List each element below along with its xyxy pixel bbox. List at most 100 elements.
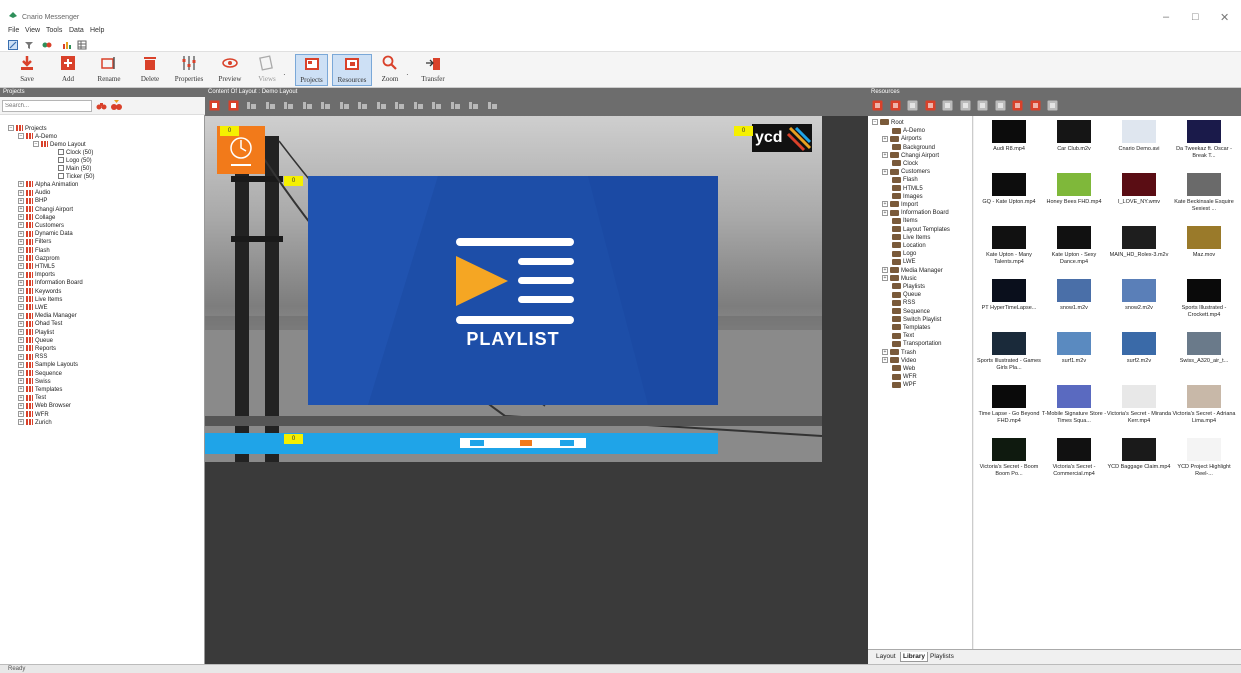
expand-toggle-icon[interactable]: + bbox=[18, 222, 24, 229]
align-center-icon[interactable] bbox=[283, 100, 294, 111]
center-icon[interactable] bbox=[450, 100, 461, 111]
project-tree-item[interactable]: + HTML5 bbox=[18, 263, 55, 271]
project-tree-item[interactable]: Main (50) bbox=[58, 165, 91, 173]
expand-toggle-icon[interactable]: + bbox=[18, 402, 24, 409]
media-thumbnail[interactable]: Audi R8.mp4 bbox=[976, 118, 1042, 172]
project-tree-item[interactable]: + Sample Layouts bbox=[18, 361, 78, 369]
filter-icon[interactable] bbox=[24, 40, 34, 50]
resource-folder-item[interactable]: + Import bbox=[882, 201, 918, 209]
project-tree-item[interactable]: + Sequence bbox=[18, 370, 62, 378]
expand-toggle-icon[interactable]: + bbox=[18, 230, 24, 237]
project-tree-item[interactable]: + Flash bbox=[18, 247, 50, 255]
align-bottom-icon[interactable] bbox=[357, 100, 368, 111]
project-tree-item[interactable]: + Customers bbox=[18, 222, 64, 230]
resource-folder-item[interactable]: LWE bbox=[882, 258, 916, 266]
media-thumbnail[interactable]: Victoria's Secret - Adriana Lima.mp4 bbox=[1171, 383, 1237, 437]
expand-toggle-icon[interactable]: + bbox=[18, 386, 24, 393]
menu-view[interactable]: View bbox=[25, 27, 40, 34]
resource-folder-item[interactable]: − Root bbox=[872, 119, 904, 127]
same-width-icon[interactable] bbox=[413, 100, 424, 111]
view-icon[interactable] bbox=[977, 100, 988, 111]
resource-folder-item[interactable]: Templates bbox=[882, 324, 930, 332]
project-tree-item[interactable]: − Demo Layout bbox=[33, 141, 86, 149]
logo-zone[interactable]: ycd bbox=[752, 124, 812, 152]
project-tree-item[interactable]: + Media Manager bbox=[18, 312, 77, 320]
align-right-icon[interactable] bbox=[302, 100, 313, 111]
menu-file[interactable]: File bbox=[8, 27, 19, 34]
folder-icon[interactable] bbox=[925, 100, 936, 111]
resource-folder-item[interactable]: Logo bbox=[882, 250, 916, 258]
project-tree-item[interactable]: − Projects bbox=[8, 125, 47, 133]
copy-resource-icon[interactable] bbox=[942, 100, 953, 111]
media-thumbnail[interactable]: Cnario Demo.avi bbox=[1106, 118, 1172, 172]
project-tree-item[interactable]: + Changi Airport bbox=[18, 206, 73, 214]
expand-toggle-icon[interactable]: + bbox=[18, 337, 24, 344]
spacing-icon[interactable] bbox=[468, 100, 479, 111]
resource-folder-item[interactable]: HTML5 bbox=[882, 185, 923, 193]
resources-button[interactable]: Resources bbox=[332, 54, 372, 86]
save-button[interactable]: Save bbox=[14, 54, 40, 86]
tab-playlists[interactable]: Playlists bbox=[928, 652, 956, 661]
project-tree-item[interactable]: + Information Board bbox=[18, 279, 83, 287]
media-thumbnail[interactable]: YCD Baggage Claim.mp4 bbox=[1106, 436, 1172, 490]
project-tree-item[interactable]: + Alpha Animation bbox=[18, 181, 78, 189]
expand-toggle-icon[interactable]: − bbox=[8, 125, 14, 132]
resource-folder-item[interactable]: Layout Templates bbox=[882, 226, 950, 234]
project-tree-item[interactable]: + Gazprom bbox=[18, 255, 60, 263]
resource-folder-item[interactable]: WPF bbox=[882, 381, 916, 389]
align-left-icon[interactable] bbox=[265, 100, 276, 111]
resource-folder-item[interactable]: RSS bbox=[882, 299, 915, 307]
expand-toggle-icon[interactable]: − bbox=[33, 141, 39, 148]
resource-folder-item[interactable]: Playlists bbox=[882, 283, 925, 291]
add-button[interactable]: Add bbox=[55, 54, 81, 86]
expand-toggle-icon[interactable]: + bbox=[18, 370, 24, 377]
media-thumbnail[interactable]: T-Mobile Signature Store - Times Squa... bbox=[1041, 383, 1107, 437]
projects-search-input[interactable] bbox=[2, 100, 92, 112]
resource-folder-item[interactable]: Sequence bbox=[882, 308, 930, 316]
grid-snap-icon[interactable] bbox=[487, 100, 498, 111]
media-thumbnail[interactable]: surf1.m2v bbox=[1041, 330, 1107, 384]
align-middle-icon[interactable] bbox=[339, 100, 350, 111]
same-height-icon[interactable] bbox=[431, 100, 442, 111]
align-top-icon[interactable] bbox=[320, 100, 331, 111]
project-tree-item[interactable]: Ticker (50) bbox=[58, 173, 94, 181]
resource-folder-item[interactable]: Background bbox=[882, 144, 935, 152]
expand-toggle-icon[interactable]: + bbox=[18, 411, 24, 418]
project-tree-item[interactable]: Logo (50) bbox=[58, 157, 92, 165]
media-thumbnail[interactable]: GQ - Kate Upton.mp4 bbox=[976, 171, 1042, 225]
expand-toggle-icon[interactable]: + bbox=[18, 206, 24, 213]
project-tree-item[interactable]: + RSS bbox=[18, 353, 47, 361]
close-button[interactable]: ✕ bbox=[1220, 11, 1229, 24]
resource-folder-item[interactable]: + Customers bbox=[882, 168, 930, 176]
distribute-horizontal-icon[interactable] bbox=[376, 100, 387, 111]
chart-icon[interactable] bbox=[62, 40, 72, 50]
project-tree-item[interactable]: + Live Items bbox=[18, 296, 62, 304]
zone-checkbox[interactable] bbox=[58, 165, 64, 172]
add-resource-icon[interactable] bbox=[872, 100, 883, 111]
edit-icon[interactable] bbox=[8, 40, 18, 50]
bring-front-icon[interactable] bbox=[209, 100, 220, 111]
media-thumbnail[interactable]: Victoria's Secret - Commercial.mp4 bbox=[1041, 436, 1107, 490]
expand-toggle-icon[interactable]: + bbox=[882, 168, 888, 175]
properties-resource-icon[interactable] bbox=[907, 100, 918, 111]
filter-resource-icon[interactable] bbox=[1030, 100, 1041, 111]
expand-toggle-icon[interactable]: + bbox=[18, 189, 24, 196]
project-tree-item[interactable]: + Test bbox=[18, 394, 46, 402]
project-tree-item[interactable]: + Imports bbox=[18, 271, 55, 279]
project-tree-item[interactable]: + Filters bbox=[18, 238, 51, 246]
expand-toggle-icon[interactable]: + bbox=[18, 214, 24, 221]
projects-button[interactable]: Projects bbox=[295, 54, 328, 86]
expand-toggle-icon[interactable]: + bbox=[18, 419, 24, 426]
media-thumbnail[interactable]: Maz.mov bbox=[1171, 224, 1237, 278]
expand-toggle-icon[interactable]: − bbox=[872, 119, 878, 126]
expand-toggle-icon[interactable]: + bbox=[882, 357, 888, 364]
expand-toggle-icon[interactable]: + bbox=[882, 267, 888, 274]
expand-toggle-icon[interactable]: + bbox=[18, 320, 24, 327]
media-thumbnail[interactable]: Sports Illustrated - Crockett.mp4 bbox=[1171, 277, 1237, 331]
project-tree-item[interactable]: + Reports bbox=[18, 345, 56, 353]
views-button[interactable]: Views bbox=[254, 54, 280, 86]
media-thumbnail[interactable]: Victoria's Secret - Miranda Kerr.mp4 bbox=[1106, 383, 1172, 437]
tab-library[interactable]: Library bbox=[900, 652, 929, 662]
expand-toggle-icon[interactable]: + bbox=[18, 361, 24, 368]
transfer-button[interactable]: Transfer bbox=[416, 54, 450, 86]
